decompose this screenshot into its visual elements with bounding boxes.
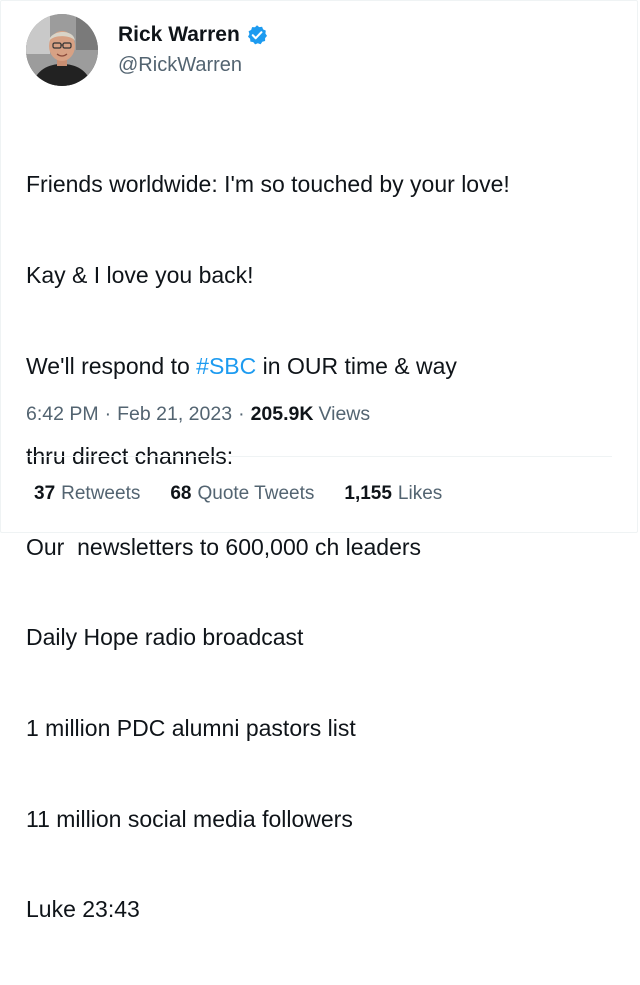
- avatar[interactable]: [26, 14, 98, 86]
- tweet-card: Rick Warren @RickWarren Friends worldwid…: [0, 0, 638, 922]
- avatar-image: [26, 14, 98, 86]
- retweets-count: 37: [34, 483, 56, 504]
- tweet-line: Daily Hope radio broadcast: [26, 624, 304, 651]
- views-count: 205.9K: [250, 403, 314, 425]
- meta-separator: ·: [238, 403, 245, 425]
- tweet-line: Our newsletters to 600,000 ch leaders: [26, 533, 422, 560]
- tweet-line: We'll respond to #SBC in OUR time & way: [26, 351, 510, 381]
- likes-stat[interactable]: 1,155 Likes: [344, 483, 442, 505]
- name-row: Rick Warren: [118, 20, 268, 50]
- divider: [26, 456, 612, 457]
- tweet-text: Friends worldwide: I'm so touched by you…: [26, 109, 510, 985]
- quote-tweets-label: Quote Tweets: [197, 483, 315, 504]
- tweet-line-text: in OUR time & way: [256, 352, 457, 379]
- quote-tweets-count: 68: [170, 483, 192, 504]
- tweet-line: Luke 23:43: [26, 896, 140, 923]
- quote-tweets-stat[interactable]: 68 Quote Tweets: [170, 483, 314, 505]
- tweet-line: 11 million social media followers: [26, 805, 353, 832]
- views-label: Views: [318, 403, 371, 425]
- tweet-line: 1 million PDC alumni pastors list: [26, 714, 356, 741]
- engagement-stats: 37 Retweets 68 Quote Tweets 1,155 Likes: [34, 483, 472, 505]
- author-names: Rick Warren @RickWarren: [118, 20, 268, 77]
- retweets-stat[interactable]: 37 Retweets: [34, 483, 140, 505]
- meta-separator: ·: [104, 403, 112, 425]
- tweet-time[interactable]: 6:42 PM: [26, 403, 99, 426]
- hashtag-link[interactable]: #SBC: [196, 353, 256, 379]
- verified-badge-icon: [246, 24, 268, 46]
- likes-label: Likes: [397, 483, 443, 504]
- author-handle[interactable]: @RickWarren: [118, 54, 268, 77]
- tweet-header: Rick Warren @RickWarren: [26, 14, 268, 86]
- display-name[interactable]: Rick Warren: [118, 23, 240, 47]
- likes-count: 1,155: [344, 483, 392, 504]
- tweet-meta: 6:42 PM · Feb 21, 2023 · 205.9K Views: [26, 403, 370, 426]
- tweet-line-text: We'll respond to: [26, 352, 197, 379]
- tweet-line: Kay & I love you back!: [26, 262, 254, 288]
- retweets-label: Retweets: [61, 483, 141, 504]
- tweet-line: Friends worldwide: I'm so touched by you…: [26, 171, 510, 198]
- tweet-date[interactable]: Feb 21, 2023: [117, 403, 232, 426]
